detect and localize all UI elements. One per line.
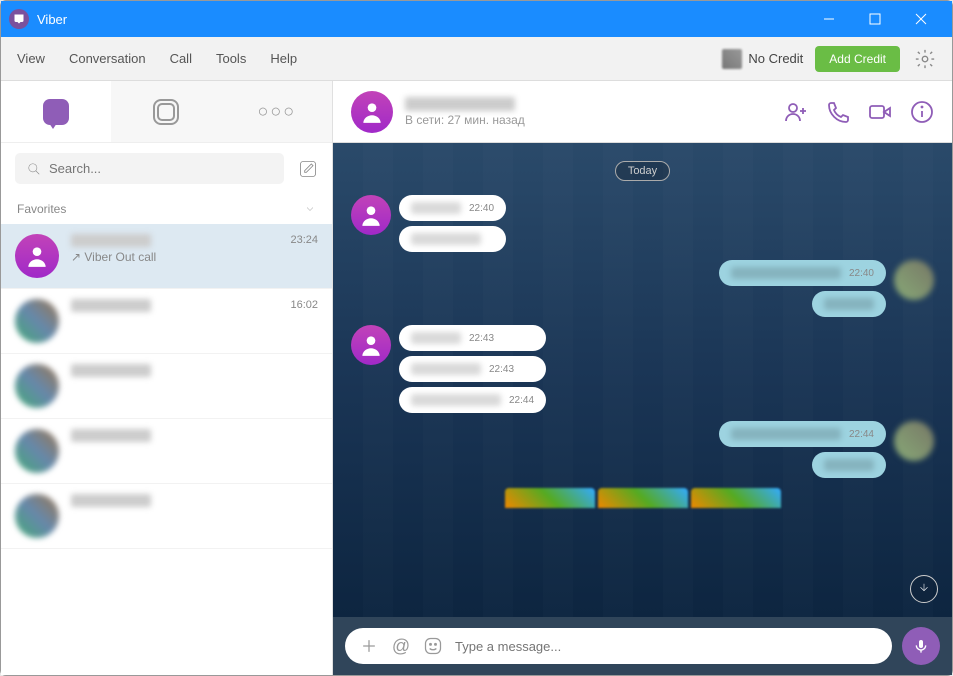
- favorites-header[interactable]: Favorites: [1, 194, 332, 224]
- message-text: …: [731, 428, 841, 440]
- search-box[interactable]: [15, 153, 284, 184]
- message-text: …: [824, 459, 874, 471]
- message-row: … 22:40 …: [351, 195, 934, 252]
- menu-tools[interactable]: Tools: [216, 51, 246, 66]
- composer: @: [333, 617, 952, 675]
- chevron-down-icon: [304, 203, 316, 215]
- message-text: …: [411, 394, 501, 406]
- credit-label: No Credit: [748, 51, 803, 66]
- message-input[interactable]: [455, 639, 878, 654]
- message-time: 22:43: [489, 364, 514, 375]
- message-text: …: [824, 298, 874, 310]
- chat-list-item[interactable]: [1, 354, 332, 419]
- minimize-button[interactable]: [806, 1, 852, 37]
- message-text: …: [411, 363, 481, 375]
- search-input[interactable]: [49, 161, 272, 176]
- chat-messages[interactable]: Today …22:40……22:40……22:43…22:43…22:44…2…: [333, 143, 952, 617]
- search-icon: [27, 162, 41, 176]
- message-bubble[interactable]: … 22:43: [399, 325, 546, 351]
- message-row: … 22:40 …: [351, 260, 934, 317]
- menu-call[interactable]: Call: [170, 51, 192, 66]
- message-text: …: [411, 233, 481, 245]
- message-text: …: [411, 202, 461, 214]
- message-bubble[interactable]: … 22:43: [399, 356, 546, 382]
- chat-list-item[interactable]: 16:02: [1, 289, 332, 354]
- window-title: Viber: [37, 12, 806, 27]
- contact-avatar: [351, 91, 393, 133]
- chat-item-avatar: [15, 299, 59, 343]
- contact-status: В сети: 27 мин. назад: [405, 113, 784, 127]
- add-credit-button[interactable]: Add Credit: [815, 46, 900, 72]
- more-icon: ○○○: [258, 101, 297, 122]
- voice-message-button[interactable]: [902, 627, 940, 665]
- chat-item-name: [71, 299, 151, 312]
- message-avatar: [894, 421, 934, 461]
- add-contact-icon[interactable]: [784, 100, 808, 124]
- message-bubble[interactable]: … 22:44: [399, 387, 546, 413]
- chat-item-name: [71, 494, 151, 507]
- message-avatar: [351, 325, 391, 365]
- message-time: 22:44: [509, 395, 534, 406]
- tab-more[interactable]: ○○○: [222, 81, 332, 142]
- chat-item-name: [71, 429, 151, 442]
- chat-item-time: 23:24: [290, 234, 318, 278]
- video-call-icon[interactable]: [868, 100, 892, 124]
- message-text: …: [731, 267, 841, 279]
- message-avatar: [894, 260, 934, 300]
- menu-help[interactable]: Help: [270, 51, 297, 66]
- message-time: 22:40: [849, 268, 874, 279]
- chat-item-time: 16:02: [290, 299, 318, 343]
- tab-chats[interactable]: [1, 81, 111, 142]
- chat-area: В сети: 27 мин. назад Today …22:40……22:4…: [333, 81, 952, 675]
- user-avatar-small: [722, 49, 742, 69]
- maximize-button[interactable]: [852, 1, 898, 37]
- sidebar: ○○○ Favorites ↗ Viber Out call23:24 16:02: [1, 81, 333, 675]
- sticker-icon[interactable]: [423, 636, 443, 656]
- chat-item-name: [71, 364, 151, 377]
- chat-item-name: [71, 234, 151, 247]
- chat-header: В сети: 27 мин. назад: [333, 81, 952, 143]
- chat-list-item[interactable]: [1, 484, 332, 549]
- message-bubble[interactable]: …: [812, 452, 886, 478]
- tab-discover[interactable]: [111, 81, 221, 142]
- menu-view[interactable]: View: [17, 51, 45, 66]
- message-avatar: [351, 195, 391, 235]
- chat-item-avatar: [15, 234, 59, 278]
- message-bubble[interactable]: … 22:40: [719, 260, 886, 286]
- chat-item-avatar: [15, 364, 59, 408]
- scroll-down-button[interactable]: [910, 575, 938, 603]
- message-row: … 22:44 …: [351, 421, 934, 478]
- attach-icon[interactable]: [359, 636, 379, 656]
- chat-list: ↗ Viber Out call23:24 16:02: [1, 224, 332, 675]
- chat-item-preview: ↗ Viber Out call: [71, 250, 290, 264]
- favorites-label: Favorites: [17, 202, 66, 216]
- close-button[interactable]: [898, 1, 944, 37]
- viber-logo-icon: [9, 9, 29, 29]
- message-bubble[interactable]: … 22:40: [399, 195, 506, 221]
- compose-icon[interactable]: [298, 159, 318, 179]
- titlebar: Viber: [1, 1, 952, 37]
- chat-item-avatar: [15, 494, 59, 538]
- chat-list-item[interactable]: [1, 419, 332, 484]
- message-row: … 22:43 … 22:43 … 22:44: [351, 325, 934, 413]
- message-bubble[interactable]: … 22:44: [719, 421, 886, 447]
- discover-icon: [153, 99, 179, 125]
- chat-item-avatar: [15, 429, 59, 473]
- message-bubble[interactable]: …: [812, 291, 886, 317]
- menu-conversation[interactable]: Conversation: [69, 51, 146, 66]
- message-time: 22:43: [469, 333, 494, 344]
- info-icon[interactable]: [910, 100, 934, 124]
- settings-icon[interactable]: [914, 48, 936, 70]
- menubar: View Conversation Call Tools Help No Cre…: [1, 37, 952, 81]
- contact-name: [405, 97, 515, 111]
- message-time: 22:40: [469, 203, 494, 214]
- voice-call-icon[interactable]: [826, 100, 850, 124]
- message-text: …: [411, 332, 461, 344]
- message-bubble[interactable]: …: [399, 226, 506, 252]
- mention-icon[interactable]: @: [391, 636, 411, 656]
- chat-bubble-icon: [43, 99, 69, 125]
- chat-list-item[interactable]: ↗ Viber Out call23:24: [1, 224, 332, 289]
- message-time: 22:44: [849, 429, 874, 440]
